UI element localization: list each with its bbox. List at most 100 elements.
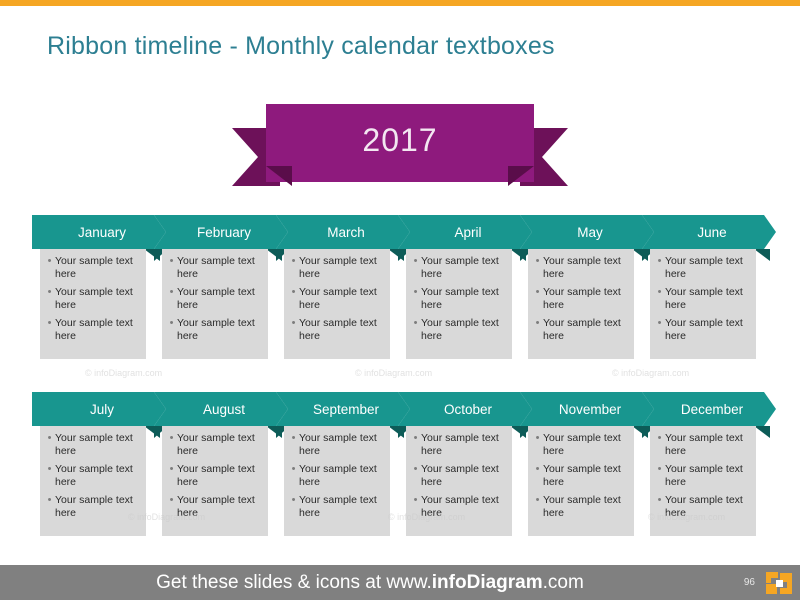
bullet-point-icon: •	[291, 494, 296, 506]
footer-bar: Get these slides & icons at www. infoDiag…	[0, 565, 800, 600]
month-row-first-half: January • Your sample text here • Your sampl…	[0, 215, 800, 365]
bullet-item[interactable]: • Your sample text here	[532, 255, 630, 281]
month-card[interactable]: November • Your sample text here • Your samp…	[520, 392, 654, 542]
bullet-text: Your sample text here	[55, 494, 133, 519]
bullet-point-icon: •	[657, 286, 662, 298]
month-card[interactable]: July • Your sample text here • Your sample t…	[32, 392, 166, 542]
bullet-item[interactable]: • Your sample text here	[166, 286, 264, 312]
bullet-point-icon: •	[47, 317, 52, 329]
month-textbox[interactable]: • Your sample text here • Your sample text …	[284, 426, 390, 536]
bullet-point-icon: •	[413, 494, 418, 506]
month-card[interactable]: June • Your sample text here • Your sample t…	[642, 215, 776, 365]
month-textbox[interactable]: • Your sample text here • Your sample text …	[650, 426, 756, 536]
month-name-label: June	[697, 224, 727, 240]
month-textbox[interactable]: • Your sample text here • Your sample text …	[40, 426, 146, 536]
month-header-february[interactable]: February	[154, 215, 288, 249]
ribbon-year-label: 2017	[362, 121, 438, 158]
bullet-point-icon: •	[535, 255, 540, 267]
bullet-item[interactable]: • Your sample text here	[166, 494, 264, 520]
bullet-item[interactable]: • Your sample text here	[44, 317, 142, 343]
month-textbox[interactable]: • Your sample text here • Your sample text …	[406, 426, 512, 536]
bullet-point-icon: •	[657, 494, 662, 506]
month-card[interactable]: August • Your sample text here • Your sample…	[154, 392, 288, 542]
bullet-item[interactable]: • Your sample text here	[44, 463, 142, 489]
month-header-january[interactable]: January	[32, 215, 166, 249]
bullet-item[interactable]: • Your sample text here	[532, 494, 630, 520]
bullet-item[interactable]: • Your sample text here	[44, 432, 142, 458]
bullet-item[interactable]: • Your sample text here	[288, 463, 386, 489]
month-name-label: March	[327, 224, 365, 240]
month-name-label: February	[196, 224, 252, 240]
bullet-item[interactable]: • Your sample text here	[44, 255, 142, 281]
bullet-item[interactable]: • Your sample text here	[166, 432, 264, 458]
bullet-text: Your sample text here	[421, 432, 499, 457]
month-name-label: April	[454, 224, 482, 240]
bullet-item[interactable]: • Your sample text here	[288, 317, 386, 343]
bullet-item[interactable]: • Your sample text here	[166, 463, 264, 489]
bullet-item[interactable]: • Your sample text here	[410, 286, 508, 312]
bullet-item[interactable]: • Your sample text here	[288, 286, 386, 312]
bullet-text: Your sample text here	[177, 494, 255, 519]
bullet-item[interactable]: • Your sample text here	[532, 286, 630, 312]
bullet-item[interactable]: • Your sample text here	[532, 463, 630, 489]
month-card[interactable]: January • Your sample text here • Your sampl…	[32, 215, 166, 365]
month-textbox[interactable]: • Your sample text here • Your sample text …	[406, 249, 512, 359]
bullet-point-icon: •	[413, 317, 418, 329]
bullet-item[interactable]: • Your sample text here	[410, 463, 508, 489]
month-card[interactable]: May • Your sample text here • Your sample te…	[520, 215, 654, 365]
month-textbox[interactable]: • Your sample text here • Your sample text …	[528, 426, 634, 536]
bullet-item[interactable]: • Your sample text here	[410, 317, 508, 343]
bullet-item[interactable]: • Your sample text here	[44, 286, 142, 312]
bullet-item[interactable]: • Your sample text here	[654, 286, 752, 312]
bullet-item[interactable]: • Your sample text here	[654, 255, 752, 281]
bullet-item[interactable]: • Your sample text here	[410, 432, 508, 458]
bullet-item[interactable]: • Your sample text here	[288, 494, 386, 520]
month-textbox[interactable]: • Your sample text here • Your sample text …	[284, 249, 390, 359]
bullet-item[interactable]: • Your sample text here	[532, 432, 630, 458]
month-textbox[interactable]: • Your sample text here • Your sample text …	[650, 249, 756, 359]
bullet-text: Your sample text here	[55, 255, 133, 280]
footer-text-prefix: Get these slides & icons at www.	[156, 571, 432, 593]
month-textbox[interactable]: • Your sample text here • Your sample text …	[528, 249, 634, 359]
bullet-item[interactable]: • Your sample text here	[654, 494, 752, 520]
month-card[interactable]: October • Your sample text here • Your sampl…	[398, 392, 532, 542]
bullet-text: Your sample text here	[543, 463, 621, 488]
watermark: © infoDiagram.com	[355, 368, 433, 378]
month-header-june[interactable]: June	[642, 215, 776, 249]
month-card[interactable]: March • Your sample text here • Your sample …	[276, 215, 410, 365]
bullet-text: Your sample text here	[543, 317, 621, 342]
bullet-item[interactable]: • Your sample text here	[654, 463, 752, 489]
month-textbox[interactable]: • Your sample text here • Your sample text …	[162, 249, 268, 359]
bullet-item[interactable]: • Your sample text here	[44, 494, 142, 520]
bullet-item[interactable]: • Your sample text here	[288, 255, 386, 281]
month-header-november[interactable]: November	[520, 392, 654, 426]
month-header-may[interactable]: May	[520, 215, 654, 249]
month-header-march[interactable]: March	[276, 215, 410, 249]
month-header-april[interactable]: April	[398, 215, 532, 249]
month-textbox[interactable]: • Your sample text here • Your sample text …	[162, 426, 268, 536]
bullet-item[interactable]: • Your sample text here	[166, 255, 264, 281]
bullet-item[interactable]: • Your sample text here	[166, 317, 264, 343]
bullet-item[interactable]: • Your sample text here	[654, 432, 752, 458]
month-card[interactable]: April • Your sample text here • Your sample …	[398, 215, 532, 365]
bullet-point-icon: •	[535, 317, 540, 329]
bullet-item[interactable]: • Your sample text here	[654, 317, 752, 343]
month-name-label: January	[77, 224, 127, 240]
month-header-december[interactable]: December	[642, 392, 776, 426]
bullet-item[interactable]: • Your sample text here	[288, 432, 386, 458]
month-header-july[interactable]: July	[32, 392, 166, 426]
bullet-item[interactable]: • Your sample text here	[410, 494, 508, 520]
bullet-item[interactable]: • Your sample text here	[532, 317, 630, 343]
month-header-october[interactable]: October	[398, 392, 532, 426]
month-card[interactable]: September • Your sample text here • Your sam…	[276, 392, 410, 542]
bullet-point-icon: •	[291, 463, 296, 475]
month-textbox[interactable]: • Your sample text here • Your sample text …	[40, 249, 146, 359]
month-header-september[interactable]: September	[276, 392, 410, 426]
month-card[interactable]: February • Your sample text here • Your samp…	[154, 215, 288, 365]
footer-text-suffix: .com	[542, 571, 584, 593]
month-header-august[interactable]: August	[154, 392, 288, 426]
month-card[interactable]: December • Your sample text here • Your samp…	[642, 392, 776, 542]
bullet-item[interactable]: • Your sample text here	[410, 255, 508, 281]
watermark: © infoDiagram.com	[612, 368, 690, 378]
chevron-shadow-right	[754, 249, 770, 261]
